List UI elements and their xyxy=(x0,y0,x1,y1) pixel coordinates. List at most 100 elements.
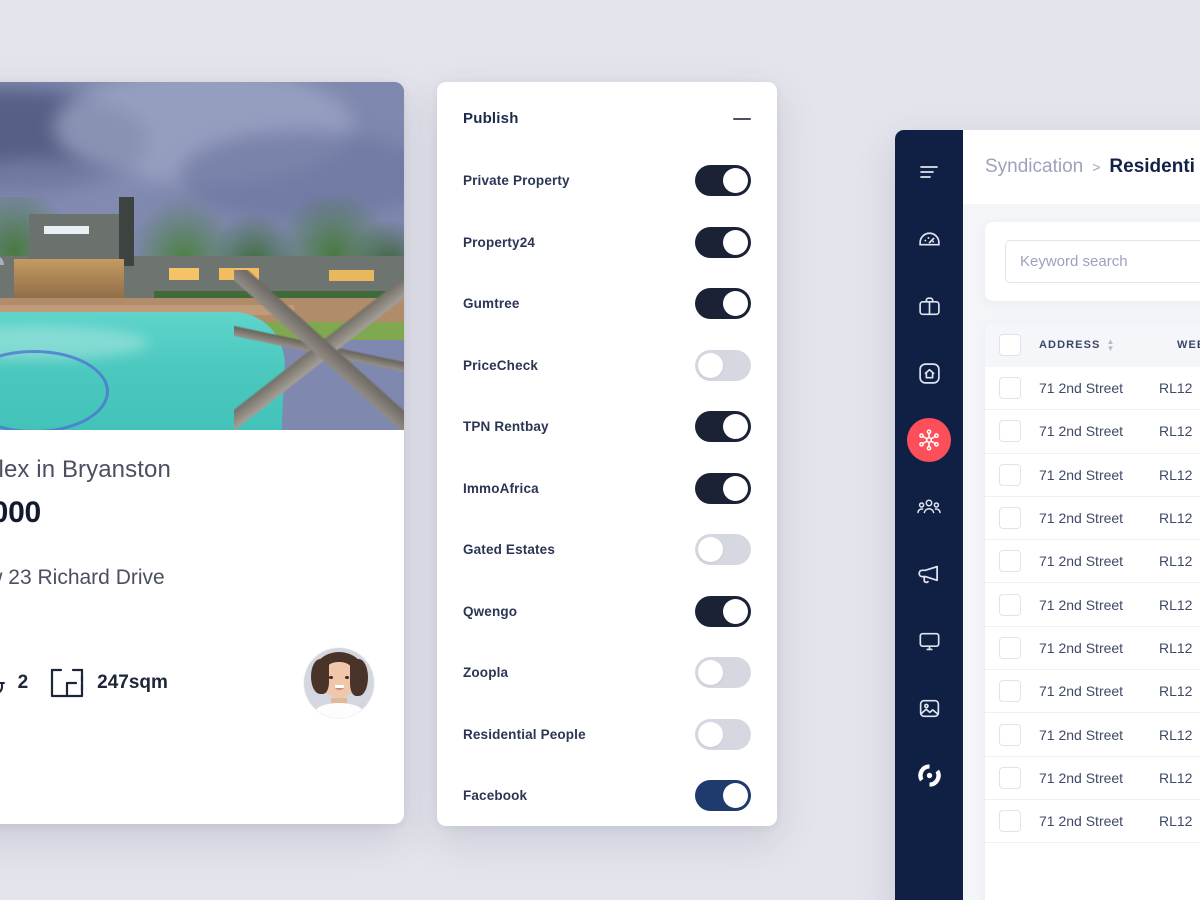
bathtub-icon xyxy=(0,666,9,700)
publish-channel-toggle[interactable] xyxy=(695,165,751,197)
publish-channel-row: Qwengo xyxy=(463,581,751,643)
table-row[interactable]: 71 2nd Street RL12 xyxy=(985,367,1200,411)
agent-avatar[interactable] xyxy=(304,648,374,718)
row-checkbox[interactable] xyxy=(999,593,1021,616)
row-checkbox[interactable] xyxy=(999,680,1021,703)
publish-channel-row: Residential People xyxy=(463,704,751,766)
sidebar-item-brand-logo[interactable] xyxy=(907,753,951,797)
table-row[interactable]: 71 2nd Street RL12 xyxy=(985,670,1200,714)
row-checkbox[interactable] xyxy=(999,377,1021,400)
cell-address: 71 2nd Street xyxy=(1039,553,1124,570)
table-row[interactable]: 71 2nd Street RL12 xyxy=(985,583,1200,627)
search-filter-card: Keyword search xyxy=(985,222,1200,301)
avatar-eye xyxy=(344,676,349,679)
listings-table: ADDRESS ▲▼ WEB 71 2nd Street RL12 71 2nd S… xyxy=(985,323,1200,900)
sidebar-item-media[interactable] xyxy=(907,686,951,730)
chimney xyxy=(119,196,134,267)
toggle-knob xyxy=(723,291,748,317)
cell-web: RL12 xyxy=(1159,683,1193,700)
toggle-knob xyxy=(723,229,748,255)
cell-web: RL12 xyxy=(1159,553,1193,570)
toggle-knob xyxy=(698,721,723,747)
sort-arrows-icon[interactable]: ▲ ▼ xyxy=(1107,338,1116,353)
publish-channel-row: Gumtree xyxy=(463,273,751,335)
dashboard-topbar: Syndication > Residenti xyxy=(963,130,1200,204)
cell-address: 71 2nd Street xyxy=(1039,683,1124,700)
dashboard-main: Syndication > Residenti Keyword search A… xyxy=(963,130,1200,900)
sidebar-item-website[interactable] xyxy=(907,619,951,663)
table-row[interactable]: 71 2nd Street RL12 xyxy=(985,497,1200,541)
table-row[interactable]: 71 2nd Street RL12 xyxy=(985,454,1200,497)
publish-channel-toggle[interactable] xyxy=(695,472,751,504)
sidebar-item-menu[interactable] xyxy=(907,150,951,194)
table-row[interactable]: 71 2nd Street RL12 xyxy=(985,713,1200,757)
cell-address: 71 2nd Street xyxy=(1039,726,1124,743)
row-checkbox[interactable] xyxy=(999,463,1021,486)
publish-channel-list: Private Property Property24 Gumtree PriceCh… xyxy=(463,150,751,827)
cell-web: RL12 xyxy=(1159,596,1193,613)
table-header-row: ADDRESS ▲▼ WEB xyxy=(985,323,1200,367)
publish-channel-toggle[interactable] xyxy=(695,288,751,320)
row-checkbox[interactable] xyxy=(999,723,1021,746)
property-address: m View 23 Richard Drive xyxy=(0,566,165,589)
row-checkbox[interactable] xyxy=(999,420,1021,443)
brand-logo-icon xyxy=(915,761,944,790)
cell-address: 71 2nd Street xyxy=(1039,769,1124,786)
publish-channel-row: Private Property xyxy=(463,150,751,212)
cell-address: 71 2nd Street xyxy=(1039,423,1124,440)
sidebar-item-contacts[interactable] xyxy=(907,485,951,529)
row-checkbox[interactable] xyxy=(999,507,1021,530)
table-row[interactable]: 71 2nd Street RL12 xyxy=(985,627,1200,671)
publish-channel-label: TPN Rentbay xyxy=(463,419,549,435)
cell-web: RL12 xyxy=(1159,466,1193,483)
minus-icon[interactable] xyxy=(733,117,751,120)
floor-area-value: 247sqm xyxy=(97,672,168,693)
publish-channel-toggle[interactable] xyxy=(695,657,751,689)
hamburger-menu-icon xyxy=(917,160,941,184)
table-row[interactable]: 71 2nd Street RL12 xyxy=(985,540,1200,584)
publish-channel-toggle[interactable] xyxy=(695,718,751,750)
sidebar-item-marketing[interactable] xyxy=(907,552,951,596)
property-listing-card[interactable]: d Duplex in Bryanston 200,000 m View 23 … xyxy=(0,82,404,824)
publish-channel-toggle[interactable] xyxy=(695,780,751,812)
select-all-checkbox[interactable] xyxy=(999,334,1021,356)
publish-panel: Publish Private Property Property24 Gumtre… xyxy=(437,82,777,826)
publish-channel-toggle[interactable] xyxy=(695,595,751,627)
cell-address: 71 2nd Street xyxy=(1039,813,1124,830)
garden-sculpture xyxy=(234,269,404,430)
toggle-knob xyxy=(723,168,748,194)
home-icon xyxy=(917,361,942,386)
publish-channel-label: PriceCheck xyxy=(463,357,539,373)
table-row[interactable]: 71 2nd Street RL12 xyxy=(985,800,1200,844)
syndication-network-icon xyxy=(916,427,942,453)
table-row[interactable]: 71 2nd Street RL12 xyxy=(985,410,1200,454)
publish-channel-row: PriceCheck xyxy=(463,335,751,397)
column-header-web[interactable]: WEB xyxy=(1177,339,1200,351)
lit-window xyxy=(169,268,199,280)
breadcrumb-current: Residenti xyxy=(1109,156,1195,177)
sidebar-item-syndication[interactable] xyxy=(907,418,951,462)
search-input[interactable]: Keyword search xyxy=(1005,240,1200,283)
sidebar-item-properties[interactable] xyxy=(907,351,951,395)
column-header-address[interactable]: ADDRESS ▲ ▼ xyxy=(1039,338,1159,353)
row-checkbox[interactable] xyxy=(999,810,1021,833)
row-checkbox[interactable] xyxy=(999,550,1021,573)
publish-channel-toggle[interactable] xyxy=(695,534,751,566)
dashboard-gauge-icon xyxy=(917,227,942,252)
sidebar-item-dashboard[interactable] xyxy=(907,217,951,261)
row-checkbox[interactable] xyxy=(999,766,1021,789)
publish-channel-row: Gated Estates xyxy=(463,519,751,581)
breadcrumb-parent[interactable]: Syndication xyxy=(985,156,1083,178)
table-row[interactable]: 71 2nd Street RL12 xyxy=(985,757,1200,800)
row-checkbox[interactable] xyxy=(999,636,1021,659)
sidebar-item-portfolio[interactable] xyxy=(907,284,951,328)
megaphone-icon xyxy=(916,561,942,587)
cell-web: RL12 xyxy=(1159,423,1193,440)
publish-channel-toggle[interactable] xyxy=(695,411,751,443)
bathrooms-count: 2 xyxy=(17,672,29,693)
property-price: 200,000 xyxy=(0,496,42,529)
publish-channel-toggle[interactable] xyxy=(695,349,751,381)
publish-channel-label: Qwengo xyxy=(463,603,518,619)
publish-channel-label: Residential People xyxy=(463,726,586,742)
publish-channel-toggle[interactable] xyxy=(695,226,751,258)
